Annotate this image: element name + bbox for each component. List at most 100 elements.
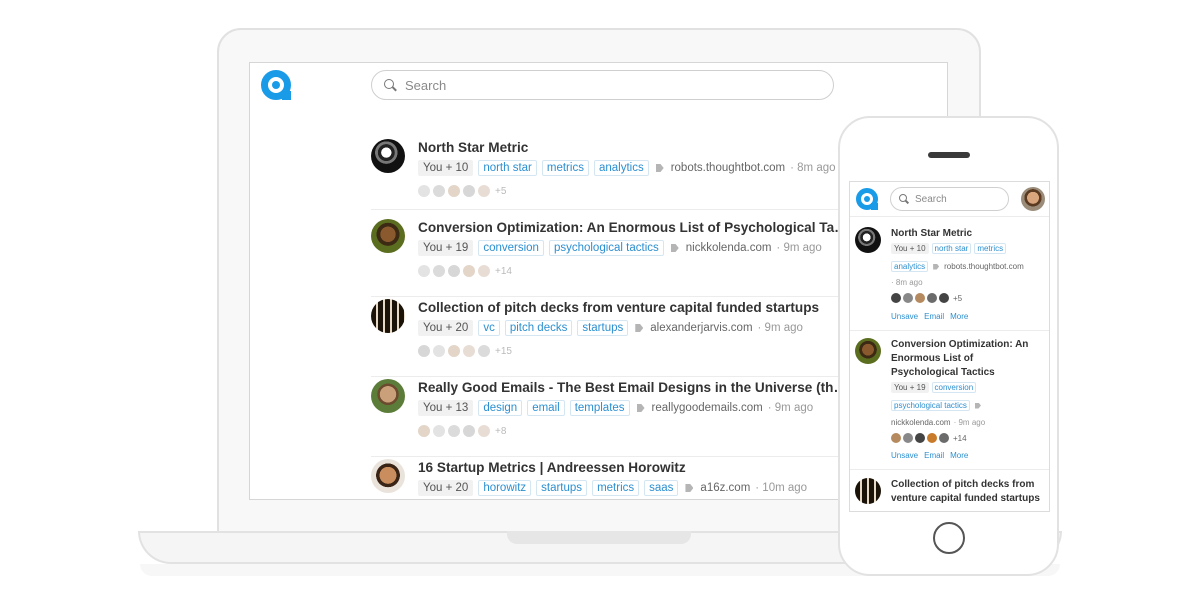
avatar[interactable] [891,293,901,303]
avatar[interactable] [891,433,901,443]
tag[interactable]: pitch decks [504,320,573,336]
avatar[interactable] [418,185,430,197]
avatar[interactable] [448,425,460,437]
avatar[interactable] [927,293,937,303]
item-title[interactable]: North Star Metric [418,140,838,155]
mobile-search-input[interactable] [915,193,1005,205]
avatar[interactable] [915,433,925,443]
avatar[interactable] [463,185,475,197]
tag[interactable]: north star [478,160,537,176]
tag[interactable]: vc [478,320,500,336]
tag[interactable]: email [527,400,565,416]
avatar[interactable] [915,293,925,303]
avatar[interactable] [433,345,445,357]
avatar[interactable] [463,265,475,277]
source-domain[interactable]: reallygoodemails.com [652,402,763,414]
avatar[interactable] [855,338,881,364]
mobile-search-bar[interactable] [890,187,1009,211]
savers-count[interactable]: You + 20 [418,320,474,336]
avatar[interactable] [371,299,405,333]
item-title[interactable]: 16 Startup Metrics | Andreessen Horowitz [418,460,838,475]
app-logo-icon[interactable] [261,70,291,100]
search-bar[interactable] [371,70,834,100]
avatar[interactable] [433,265,445,277]
avatar[interactable] [855,227,881,253]
avatar[interactable] [903,433,913,443]
item-title[interactable]: Conversion Optimization: An Enormous Lis… [891,338,1041,380]
app-logo-icon[interactable] [856,188,878,210]
tag[interactable]: templates [569,400,630,416]
avatar[interactable] [478,425,490,437]
source-domain[interactable]: a16z.com [700,482,750,494]
savers-count[interactable]: You + 20 [418,480,474,496]
avatar[interactable] [463,425,475,437]
email-link[interactable]: Email [924,451,944,460]
avatar[interactable] [418,345,430,357]
avatar[interactable] [939,433,949,443]
tag[interactable]: analytics [891,261,929,272]
tag[interactable]: conversion [478,240,544,256]
avatar[interactable] [448,345,460,357]
tag[interactable]: startups [577,320,629,336]
savers-count[interactable]: You + 19 [418,240,474,256]
tag[interactable]: analytics [593,160,649,176]
avatar[interactable] [371,379,405,413]
avatar[interactable] [371,139,405,173]
avatar[interactable] [939,293,949,303]
source-domain[interactable]: robots.thoughtbot.com [671,162,785,174]
avatar[interactable] [371,219,405,253]
avatar[interactable] [463,345,475,357]
feed-item[interactable]: North Star Metric You + 10 north star me… [371,137,841,210]
savers-count[interactable]: You + 19 [891,382,929,393]
source-domain[interactable]: nickkolenda.com [686,242,772,254]
avatar[interactable] [478,345,490,357]
home-button[interactable] [933,522,965,554]
tag[interactable]: metrics [974,243,1007,254]
tag[interactable]: saas [644,480,679,496]
feed-item[interactable]: Conversion Optimization: An Enormous Lis… [371,217,841,297]
feed-item[interactable]: North Star Metric You + 10 north star me… [855,227,1045,327]
tag[interactable]: design [478,400,523,416]
avatar[interactable] [433,185,445,197]
avatar[interactable] [418,425,430,437]
tag[interactable]: metrics [592,480,640,496]
avatar[interactable] [478,265,490,277]
tag[interactable]: startups [536,480,588,496]
unsave-link[interactable]: Unsave [891,312,918,321]
tag[interactable]: north star [931,243,972,254]
savers-count[interactable]: You + 13 [418,400,474,416]
tag[interactable]: psychological tactics [891,400,970,411]
avatar[interactable] [903,293,913,303]
tag[interactable]: psychological tactics [548,240,664,256]
user-avatar[interactable] [1021,187,1045,211]
item-title[interactable]: Collection of pitch decks from venture c… [891,478,1041,506]
avatar[interactable] [371,459,405,493]
avatar[interactable] [418,265,430,277]
avatar[interactable] [448,185,460,197]
tag[interactable]: metrics [541,160,589,176]
savers-count[interactable]: You + 10 [418,160,474,176]
savers-count[interactable]: You + 10 [891,243,929,254]
avatar[interactable] [855,478,881,504]
feed-item[interactable]: Collection of pitch decks from venture c… [855,478,1045,511]
item-title[interactable]: North Star Metric [891,227,1041,241]
unsave-link[interactable]: Unsave [891,451,918,460]
search-input[interactable] [405,77,785,93]
source-domain[interactable]: nickkolenda.com [891,418,951,427]
avatar[interactable] [448,265,460,277]
source-domain[interactable]: alexanderjarvis.com [650,322,752,334]
item-title[interactable]: Conversion Optimization: An Enormous Lis… [418,220,838,235]
source-domain[interactable]: robots.thoughtbot.com [944,262,1024,271]
more-link[interactable]: More [950,312,968,321]
feed-item[interactable]: Collection of pitch decks from venture c… [371,297,841,377]
feed-item[interactable]: 16 Startup Metrics | Andreessen Horowitz… [371,457,841,499]
feed-item[interactable]: Really Good Emails - The Best Email Desi… [371,377,841,457]
email-link[interactable]: Email [924,312,944,321]
avatar[interactable] [478,185,490,197]
feed-item[interactable]: Conversion Optimization: An Enormous Lis… [855,338,1045,466]
item-title[interactable]: Really Good Emails - The Best Email Desi… [418,380,838,395]
more-link[interactable]: More [950,451,968,460]
avatar[interactable] [927,433,937,443]
avatar[interactable] [433,425,445,437]
tag[interactable]: conversion [931,382,977,393]
